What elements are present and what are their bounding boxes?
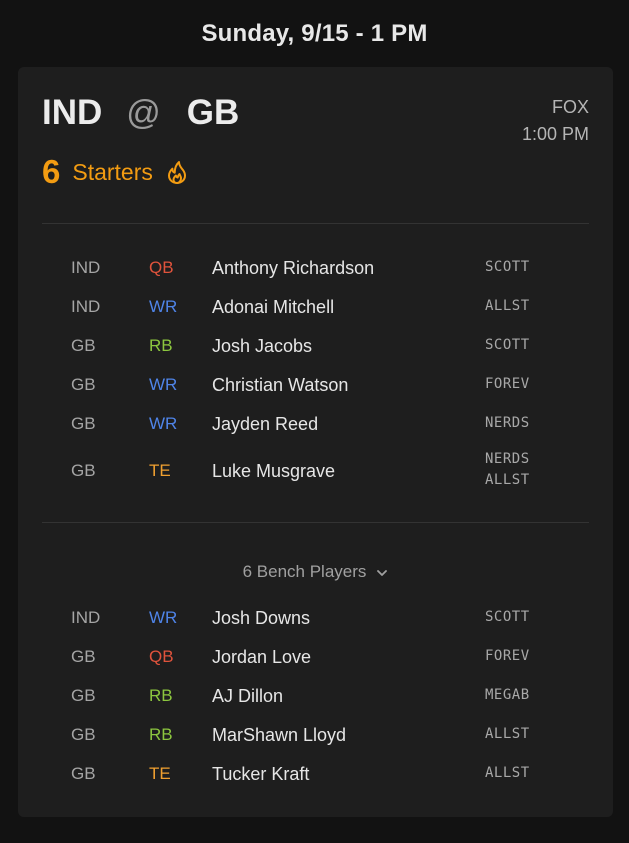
player-team: GB [71, 725, 96, 744]
flame-icon [167, 160, 187, 185]
player-position: RB [149, 336, 173, 355]
owner-tags: SCOTT [485, 607, 530, 628]
player-team: IND [71, 608, 101, 627]
player-position: QB [149, 258, 174, 277]
player-team: GB [71, 414, 96, 433]
player-team: IND [71, 297, 101, 316]
broadcast-info: FOX 1:00 PM [522, 94, 589, 148]
owner-tag: ALLST [485, 472, 530, 488]
player-position: RB [149, 686, 173, 705]
owner-tag: FOREV [485, 648, 530, 664]
starters-label: Starters [72, 158, 153, 185]
game-date-header: Sunday, 9/15 - 1 PM [201, 20, 428, 47]
player-row[interactable]: GB TE Luke Musgrave NERDS ALLST [18, 451, 613, 488]
player-position: RB [149, 725, 173, 744]
player-team: GB [71, 375, 96, 394]
player-position: WR [149, 375, 178, 394]
owner-tag: ALLST [485, 298, 530, 314]
bench-toggle[interactable]: 6 Bench Players [18, 562, 613, 582]
owner-tag: NERDS [485, 415, 530, 431]
player-team: GB [71, 686, 96, 705]
player-row[interactable]: IND QB Anthony Richardson SCOTT [18, 257, 613, 279]
owner-tags: ALLST [485, 296, 530, 317]
game-card: IND @ GB FOX 1:00 PM 6 Starters IND QB Ant… [18, 67, 613, 817]
player-name: Christian Watson [212, 375, 349, 395]
player-name: Josh Jacobs [212, 336, 313, 356]
starters-summary: 6 Starters [42, 153, 187, 191]
player-team: GB [71, 461, 96, 480]
player-position: WR [149, 297, 178, 316]
owner-tags: SCOTT [485, 335, 530, 356]
player-row[interactable]: IND WR Adonai Mitchell ALLST [18, 296, 613, 318]
player-name: AJ Dillon [212, 686, 284, 706]
owner-tag: SCOTT [485, 337, 530, 353]
divider-top [42, 223, 589, 224]
network-label: FOX [551, 97, 589, 117]
owner-tags: SCOTT [485, 257, 530, 278]
player-position: TE [149, 461, 171, 480]
owner-tag: ALLST [485, 765, 530, 781]
player-name: Josh Downs [212, 608, 311, 628]
player-team: GB [71, 764, 96, 783]
at-symbol: @ [126, 93, 161, 132]
bench-toggle-label: 6 Bench Players [242, 562, 367, 581]
owner-tags: NERDS ALLST [485, 449, 530, 491]
player-position: WR [149, 608, 178, 627]
owner-tags: NERDS [485, 413, 530, 434]
player-row[interactable]: IND WR Josh Downs SCOTT [18, 607, 613, 629]
player-team: GB [71, 647, 96, 666]
owner-tags: MEGAB [485, 685, 530, 706]
away-team: IND [42, 93, 103, 132]
player-row[interactable]: GB RB AJ Dillon MEGAB [18, 685, 613, 707]
owner-tags: ALLST [485, 763, 530, 784]
player-name: Jayden Reed [212, 414, 319, 434]
kickoff-time: 1:00 PM [521, 124, 589, 144]
owner-tags: FOREV [485, 374, 530, 395]
player-name: Jordan Love [212, 647, 312, 667]
player-team: IND [71, 258, 101, 277]
player-row[interactable]: GB WR Jayden Reed NERDS [18, 413, 613, 435]
player-position: TE [149, 764, 171, 783]
chevron-down-icon [376, 562, 388, 582]
player-name: Adonai Mitchell [212, 297, 335, 317]
player-name: Tucker Kraft [212, 764, 310, 784]
owner-tags: ALLST [485, 724, 530, 745]
owner-tag: MEGAB [485, 687, 530, 703]
player-position: WR [149, 414, 178, 433]
owner-tags: FOREV [485, 646, 530, 667]
player-row[interactable]: GB RB Josh Jacobs SCOTT [18, 335, 613, 357]
home-team: GB [186, 93, 240, 132]
starters-count: 6 [42, 153, 61, 190]
player-name: Luke Musgrave [212, 461, 336, 481]
owner-tag: NERDS [485, 451, 530, 467]
owner-tag: SCOTT [485, 609, 530, 625]
owner-tag: ALLST [485, 726, 530, 742]
owner-tag: SCOTT [485, 259, 530, 275]
player-row[interactable]: GB TE Tucker Kraft ALLST [18, 763, 613, 785]
player-position: QB [149, 647, 174, 666]
matchup: IND @ GB [42, 93, 239, 133]
player-name: Anthony Richardson [212, 258, 375, 278]
player-row[interactable]: GB WR Christian Watson FOREV [18, 374, 613, 396]
player-name: MarShawn Lloyd [212, 725, 347, 745]
player-row[interactable]: GB QB Jordan Love FOREV [18, 646, 613, 668]
divider-bench [42, 522, 589, 523]
player-row[interactable]: GB RB MarShawn Lloyd ALLST [18, 724, 613, 746]
player-team: GB [71, 336, 96, 355]
owner-tag: FOREV [485, 376, 530, 392]
